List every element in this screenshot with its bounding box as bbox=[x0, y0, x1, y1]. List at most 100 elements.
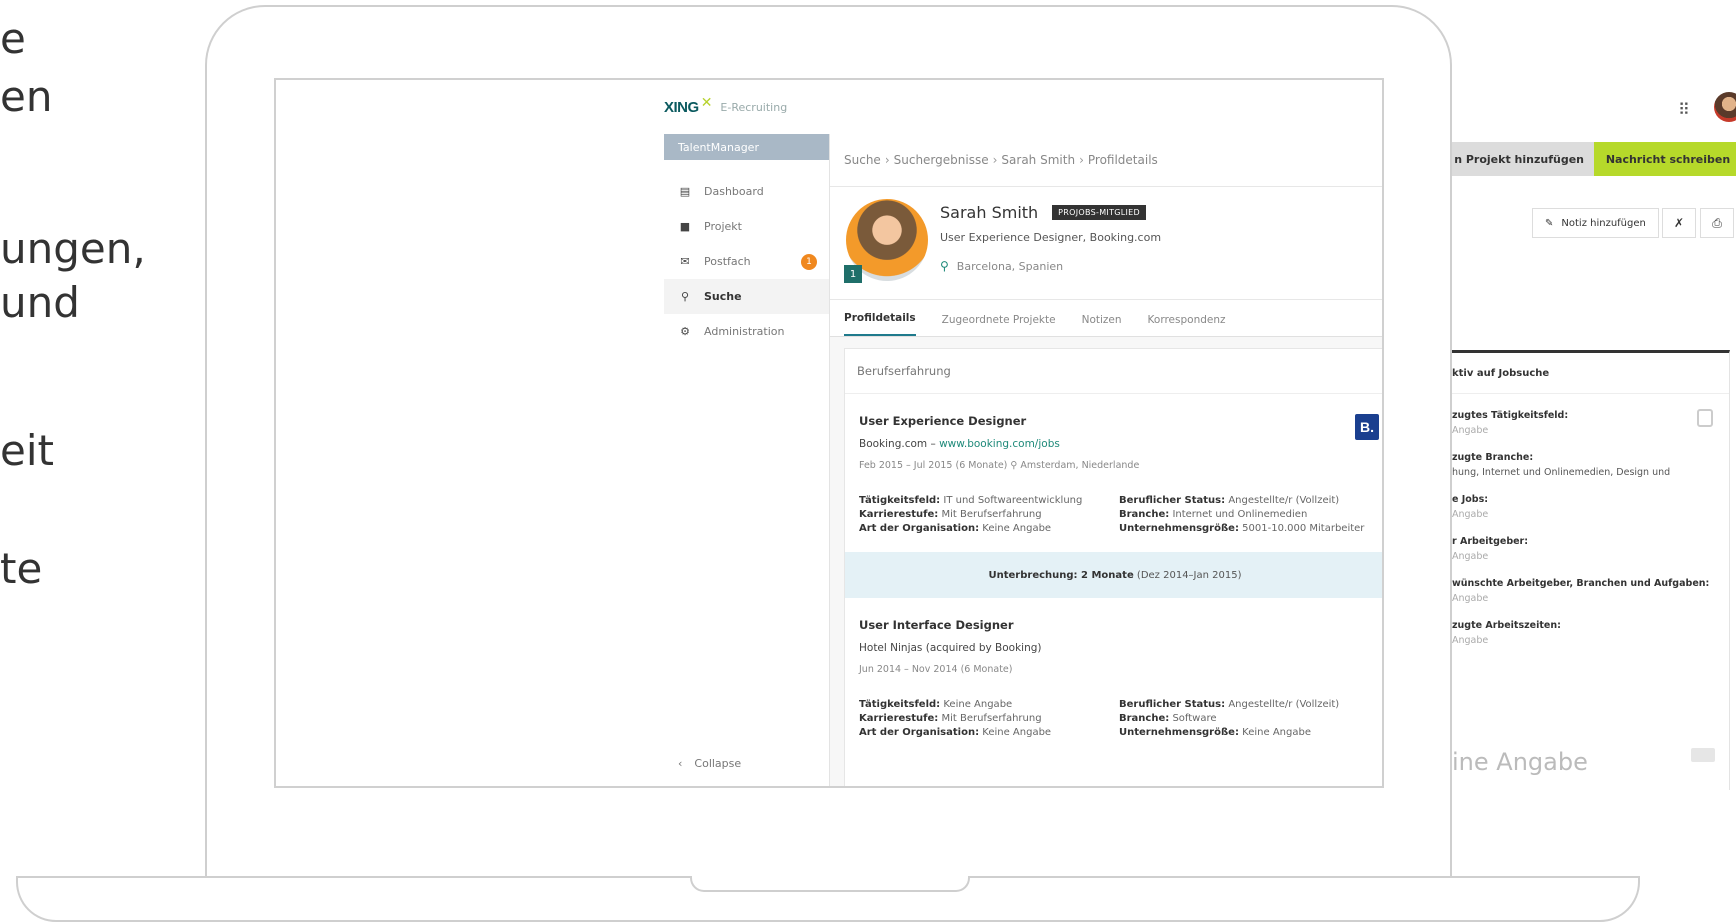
card-icon bbox=[1691, 748, 1715, 762]
date-range: Feb 2015 – Jul 2015 (6 Monate) bbox=[859, 460, 1008, 471]
chevron-right-icon: › bbox=[992, 153, 998, 167]
xing-logo[interactable]: XING bbox=[664, 99, 699, 116]
tab-profildetails[interactable]: Profildetails bbox=[844, 312, 916, 336]
job-detail: Beruflicher Status: Angestellte/r (Vollz… bbox=[1119, 699, 1340, 710]
job-detail: Tätigkeitsfeld: IT und Softwareentwicklu… bbox=[859, 495, 1083, 506]
app-header: XING ✕ E-Recruiting bbox=[664, 92, 787, 122]
unread-badge: 1 bbox=[801, 253, 817, 270]
dashboard-icon: ▤ bbox=[679, 185, 691, 198]
sidebar-item-postfach[interactable]: ✉ Postfach 1 bbox=[664, 244, 829, 279]
job-entry: User Interface Designer Hotel Ninjas (ac… bbox=[845, 598, 1382, 738]
sidebar-nav: ▤ Dashboard ■ Projekt ✉ Postfach 1 ⚲ Suc… bbox=[664, 174, 829, 349]
job-details: Tätigkeitsfeld: IT und Softwareentwicklu… bbox=[859, 495, 1371, 534]
left-text-line-6: te bbox=[0, 544, 43, 593]
booking-logo: B. bbox=[1355, 414, 1379, 440]
location-text: Barcelona, Spanien bbox=[956, 259, 1064, 273]
left-text-line-5: eit bbox=[0, 426, 54, 475]
sidebar-item-label: Suche bbox=[704, 290, 742, 303]
location-pin-icon: ⚲ bbox=[1010, 460, 1021, 471]
breadcrumb-item[interactable]: Suche bbox=[844, 153, 881, 167]
left-text-line-3: ungen, bbox=[0, 224, 146, 273]
job-detail: Art der Organisation: Keine Angabe bbox=[859, 727, 1052, 738]
mail-icon: ✉ bbox=[680, 255, 690, 268]
profile-tabs: Profildetails Zugeordnete Projekte Notiz… bbox=[830, 300, 1382, 337]
preference-field: zugtes Tätigkeitsfeld: Angabe bbox=[1452, 410, 1569, 436]
job-detail: Unternehmensgröße: Keine Angabe bbox=[1119, 727, 1311, 738]
job-company: Booking.com – www.booking.com/jobs bbox=[859, 438, 1060, 450]
tab-korrespondenz[interactable]: Korrespondenz bbox=[1148, 314, 1226, 336]
chevron-right-icon: › bbox=[884, 153, 890, 167]
company-name: Booking.com bbox=[859, 438, 928, 450]
job-search-heading: ktiv auf Jobsuche bbox=[1452, 353, 1729, 394]
add-note-label: Notiz hinzufügen bbox=[1561, 217, 1646, 229]
company-link[interactable]: www.booking.com/jobs bbox=[939, 438, 1060, 450]
tab-notizen[interactable]: Notizen bbox=[1082, 314, 1122, 336]
apps-grid-icon[interactable]: ⠿ bbox=[1678, 100, 1690, 119]
preference-field: zugte Branche: hung, Internet und Online… bbox=[1452, 452, 1671, 478]
big-no-data-text: ine Angabe bbox=[1452, 748, 1588, 776]
sidebar-item-dashboard[interactable]: ▤ Dashboard bbox=[664, 174, 829, 209]
gap-range: (Dez 2014–Jan 2015) bbox=[1136, 569, 1242, 581]
collapse-button[interactable]: ‹ Collapse bbox=[678, 757, 741, 770]
user-avatar[interactable] bbox=[1714, 92, 1736, 122]
gap-label: Unterbrechung: 2 Monate bbox=[988, 569, 1134, 581]
laptop-notch bbox=[690, 876, 970, 892]
job-detail: Karrierestufe: Mit Berufserfahrung bbox=[859, 509, 1042, 520]
breadcrumb: Suche › Suchergebnisse › Sarah Smith › Prof… bbox=[830, 134, 1382, 187]
add-note-button[interactable]: ✎ Notiz hinzufügen bbox=[1532, 208, 1659, 238]
chevron-left-icon: ‹ bbox=[678, 757, 683, 770]
search-icon: ⚲ bbox=[680, 290, 690, 303]
projobs-badge: PROJOBS-MITGLIED bbox=[1052, 205, 1146, 220]
sidebar-item-label: Administration bbox=[704, 325, 785, 338]
profile-location: ⚲ Barcelona, Spanien bbox=[940, 259, 1063, 273]
profile-title: User Experience Designer, Booking.com bbox=[940, 231, 1162, 244]
laptop-screen: XING ✕ E-Recruiting TalentManager ▤ Dash… bbox=[274, 78, 1384, 788]
sidebar-item-suche[interactable]: ⚲ Suche bbox=[664, 279, 829, 314]
right-panel: ⠿ n Projekt hinzufügen Nachricht schreib… bbox=[1452, 78, 1736, 798]
location-pin-icon: ⚲ bbox=[940, 259, 949, 273]
product-bar[interactable]: TalentManager bbox=[664, 134, 829, 160]
job-detail: Tätigkeitsfeld: Keine Angabe bbox=[859, 699, 1013, 710]
sidebar-item-projekt[interactable]: ■ Projekt bbox=[664, 209, 829, 244]
collapse-label: Collapse bbox=[694, 757, 742, 770]
profile-header: 1 Sarah Smith PROJOBS-MITGLIED User Expe… bbox=[830, 187, 1382, 300]
left-text-line-4: und bbox=[0, 278, 80, 327]
add-to-project-button[interactable]: n Projekt hinzufügen bbox=[1452, 142, 1602, 176]
date-range: Jun 2014 – Nov 2014 (6 Monate) bbox=[859, 664, 1013, 675]
level-badge: 1 bbox=[844, 265, 862, 283]
job-detail: Unternehmensgröße: 5001-10.000 Mitarbeit… bbox=[1119, 523, 1365, 534]
job-details: Tätigkeitsfeld: Keine Angabe Beruflicher… bbox=[859, 699, 1371, 738]
sidebar: TalentManager ▤ Dashboard ■ Projekt ✉ Po… bbox=[664, 134, 830, 786]
job-detail: Branche: Internet und Onlinemedien bbox=[1119, 509, 1308, 520]
job-search-card: ktiv auf Jobsuche zugtes Tätigkeitsfeld:… bbox=[1452, 350, 1730, 790]
preference-field: zugte Arbeitszeiten: Angabe bbox=[1452, 620, 1561, 646]
edit-icon: ✎ bbox=[1545, 217, 1554, 229]
sidebar-item-administration[interactable]: ⚙ Administration bbox=[664, 314, 829, 349]
xing-logo-icon: ✕ bbox=[700, 95, 713, 111]
gear-icon: ⚙ bbox=[680, 325, 690, 338]
job-title: User Interface Designer bbox=[859, 618, 1014, 632]
employment-gap: Unterbrechung: 2 Monate (Dez 2014–Jan 20… bbox=[845, 552, 1382, 598]
print-icon[interactable]: ⎙ bbox=[1700, 208, 1734, 238]
sidebar-item-label: Postfach bbox=[704, 255, 751, 268]
write-message-button[interactable]: Nachricht schreiben bbox=[1594, 142, 1736, 176]
logo-subtitle: E-Recruiting bbox=[720, 100, 788, 114]
left-text-line-1: e bbox=[0, 14, 26, 63]
job-detail: Branche: Software bbox=[1119, 713, 1217, 724]
breadcrumb-item[interactable]: Sarah Smith bbox=[1001, 153, 1075, 167]
profile-name-row: Sarah Smith PROJOBS-MITGLIED bbox=[940, 203, 1146, 222]
experience-card: Berufserfahrung User Experience Designer… bbox=[844, 348, 1382, 786]
breadcrumb-item[interactable]: Suchergebnisse bbox=[894, 153, 989, 167]
job-detail: Karrierestufe: Mit Berufserfahrung bbox=[859, 713, 1042, 724]
left-text-line-2: en bbox=[0, 72, 53, 121]
tab-zugeordnete-projekte[interactable]: Zugeordnete Projekte bbox=[942, 314, 1056, 336]
company-name: Hotel Ninjas (acquired by Booking) bbox=[859, 642, 1042, 654]
sidebar-item-label: Dashboard bbox=[704, 185, 764, 198]
sidebar-item-label: Projekt bbox=[704, 220, 742, 233]
xing-icon[interactable]: ✗ bbox=[1662, 208, 1696, 238]
job-detail: Beruflicher Status: Angestellte/r (Vollz… bbox=[1119, 495, 1340, 506]
preference-field: r Arbeitgeber: Angabe bbox=[1452, 536, 1529, 562]
preference-field: e Jobs: Angabe bbox=[1452, 494, 1489, 520]
job-entry: User Experience Designer Booking.com – w… bbox=[845, 394, 1382, 534]
lock-icon bbox=[1697, 409, 1713, 427]
